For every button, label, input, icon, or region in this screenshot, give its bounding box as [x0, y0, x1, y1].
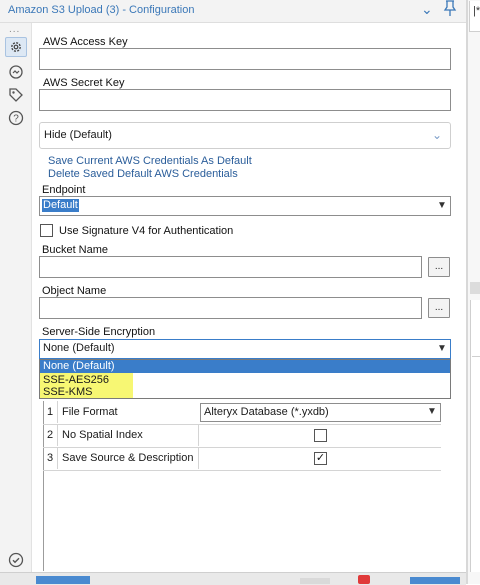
sse-value: None (Default)	[43, 342, 115, 354]
pin-icon[interactable]	[443, 0, 457, 20]
table-row: 1 File Format Alteryx Database (*.yxdb) …	[43, 401, 441, 425]
dropdown-arrow-icon[interactable]: ▼	[427, 406, 437, 417]
row-label: File Format	[62, 406, 118, 418]
left-rail	[0, 23, 32, 572]
dropdown-arrow-icon[interactable]: ▼	[437, 200, 447, 211]
secret-key-label: AWS Secret Key	[43, 77, 125, 89]
right-pane-tab-marker: |*	[473, 5, 480, 17]
bottom-tab[interactable]	[36, 576, 90, 584]
column-divider	[198, 424, 199, 446]
row-number: 1	[43, 401, 58, 423]
window-title: Amazon S3 Upload (3) - Configuration	[8, 4, 195, 16]
object-browse-button[interactable]: ...	[428, 298, 450, 318]
sse-option[interactable]: SSE-AES256	[43, 374, 109, 386]
row-label: No Spatial Index	[62, 429, 143, 441]
sse-option[interactable]: SSE-KMS	[43, 386, 93, 398]
dropdown-arrow-icon[interactable]: ▼	[437, 343, 447, 354]
row-label: Save Source & Description	[62, 452, 194, 464]
no-spatial-index-checkbox[interactable]	[314, 429, 327, 442]
sig-v4-checkbox[interactable]	[40, 224, 53, 237]
chevron-down-icon[interactable]: ⌄	[421, 1, 433, 18]
tag-icon[interactable]	[5, 85, 27, 105]
endpoint-value: Default	[42, 199, 79, 212]
file-format-value: Alteryx Database (*.yxdb)	[204, 406, 329, 418]
bucket-input[interactable]	[39, 256, 422, 278]
save-credentials-link[interactable]: Save Current AWS Credentials As Default	[48, 155, 252, 167]
right-pane-divider	[472, 356, 480, 357]
svg-text:?: ?	[13, 114, 19, 125]
credentials-mode-value: Hide (Default)	[44, 129, 112, 141]
access-key-input[interactable]	[39, 48, 451, 70]
table-row: 3 Save Source & Description ✓	[43, 447, 441, 471]
endpoint-select[interactable]	[39, 196, 451, 216]
endpoint-label: Endpoint	[42, 184, 86, 196]
delete-credentials-link[interactable]: Delete Saved Default AWS Credentials	[48, 168, 238, 180]
column-divider	[198, 447, 199, 469]
sse-option[interactable]: None (Default)	[43, 360, 115, 373]
save-source-checkbox[interactable]: ✓	[314, 452, 327, 465]
annotation-icon[interactable]	[5, 62, 27, 82]
object-input[interactable]	[39, 297, 422, 319]
options-table: 1 File Format Alteryx Database (*.yxdb) …	[43, 401, 441, 471]
sse-label: Server-Side Encryption	[42, 326, 156, 338]
table-row: 2 No Spatial Index	[43, 424, 441, 448]
file-format-select[interactable]: Alteryx Database (*.yxdb) ▼	[200, 403, 441, 422]
right-pane-scroll[interactable]	[470, 282, 480, 294]
bottom-tab[interactable]	[410, 577, 460, 584]
error-icon[interactable]	[358, 575, 370, 584]
bucket-label: Bucket Name	[42, 244, 109, 256]
row-number: 3	[43, 447, 58, 469]
gear-icon[interactable]	[5, 37, 27, 57]
more-dots[interactable]: ...	[9, 24, 20, 35]
check-circle-icon[interactable]	[5, 550, 27, 570]
bucket-browse-button[interactable]: ...	[428, 257, 450, 277]
chevron-down-icon[interactable]: ⌄	[432, 128, 442, 142]
sig-v4-label: Use Signature V4 for Authentication	[59, 225, 234, 237]
row-number: 2	[43, 424, 58, 446]
bottom-tab[interactable]	[300, 578, 330, 584]
access-key-label: AWS Access Key	[43, 36, 128, 48]
right-pane-lower	[470, 300, 480, 572]
object-label: Object Name	[42, 285, 107, 297]
secret-key-input[interactable]	[39, 89, 451, 111]
help-icon[interactable]: ?	[5, 108, 27, 128]
